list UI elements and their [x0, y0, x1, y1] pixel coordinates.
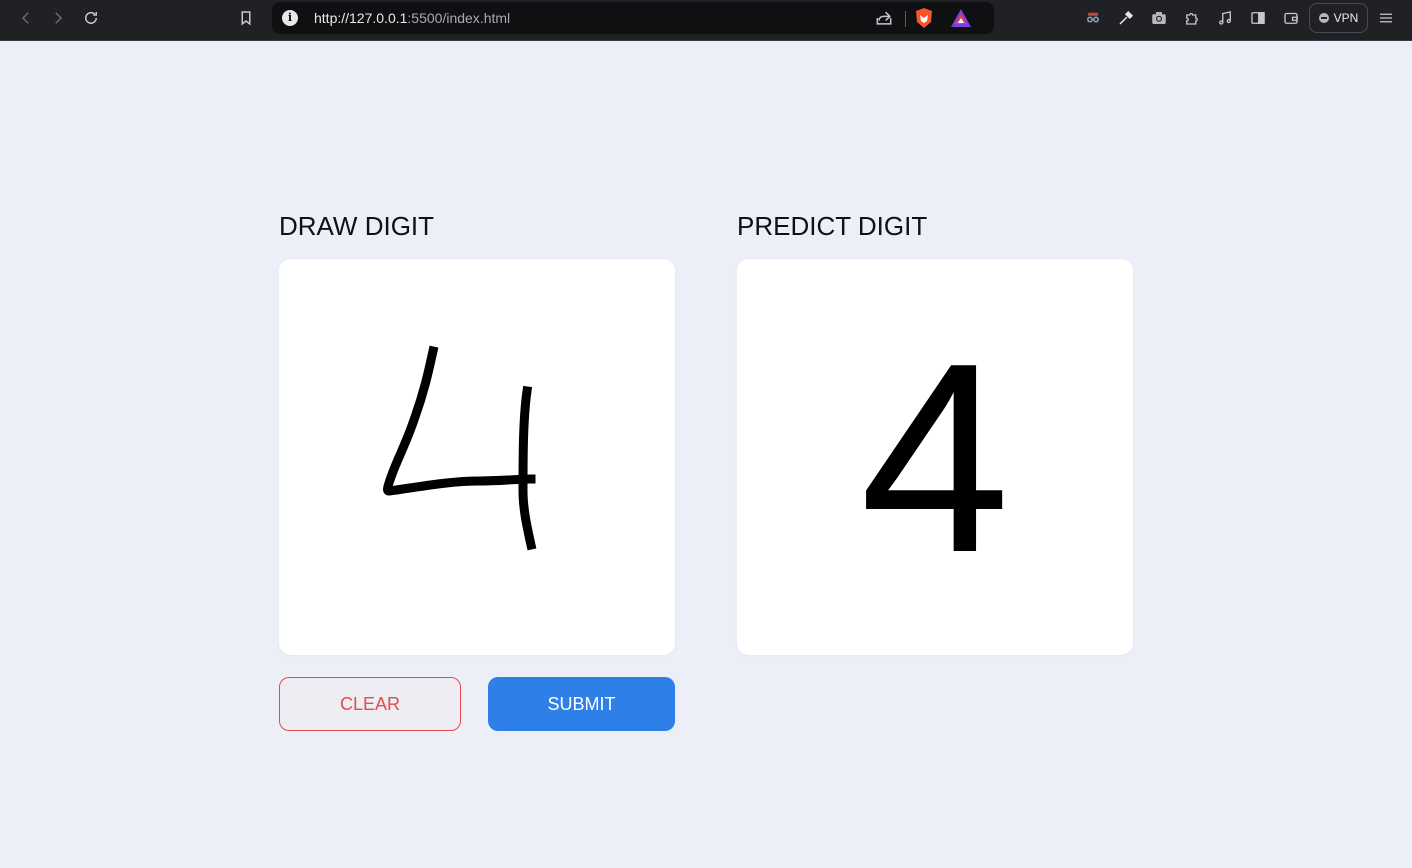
predicted-digit: 4 — [859, 308, 1011, 609]
back-icon[interactable] — [12, 6, 40, 30]
prediction-panel: 4 — [737, 259, 1133, 655]
url-path: :5500/index.html — [407, 10, 511, 26]
url-host: http://127.0.0.1 — [314, 10, 408, 26]
clear-button[interactable]: CLEAR — [279, 677, 461, 731]
bookmark-icon[interactable] — [232, 6, 260, 30]
submit-button[interactable]: SUBMIT — [488, 677, 675, 731]
browser-toolbar: i http://127.0.0.1:5500/index.html VPN — [0, 0, 1412, 41]
camera-icon[interactable] — [1145, 6, 1173, 30]
menu-icon[interactable] — [1372, 6, 1400, 30]
sidebar-toggle-icon[interactable] — [1244, 6, 1272, 30]
brave-rewards-icon[interactable] — [950, 8, 972, 33]
extension-spy-icon[interactable] — [1079, 6, 1107, 30]
draw-digit-title: DRAW DIGIT — [279, 211, 435, 241]
vpn-status-icon — [1318, 13, 1329, 23]
forward-icon[interactable] — [44, 6, 72, 30]
eyedropper-icon[interactable] — [1112, 6, 1140, 30]
music-note-icon[interactable] — [1211, 6, 1239, 30]
brave-shield-icon[interactable] — [914, 7, 934, 34]
drawing-canvas[interactable] — [279, 259, 675, 655]
vpn-label: VPN — [1333, 11, 1359, 25]
url-separator — [905, 11, 906, 27]
url-text[interactable]: http://127.0.0.1:5500/index.html — [314, 10, 510, 26]
extensions-puzzle-icon[interactable] — [1178, 6, 1206, 30]
address-bar[interactable]: i http://127.0.0.1:5500/index.html — [272, 2, 994, 34]
wallet-icon[interactable] — [1277, 6, 1305, 30]
reload-icon[interactable] — [77, 6, 105, 30]
vpn-button[interactable]: VPN — [1309, 3, 1368, 33]
predict-digit-title: PREDICT DIGIT — [737, 211, 928, 241]
share-icon[interactable] — [874, 8, 894, 33]
site-info-icon[interactable]: i — [282, 10, 298, 26]
drawn-stroke — [383, 345, 537, 551]
